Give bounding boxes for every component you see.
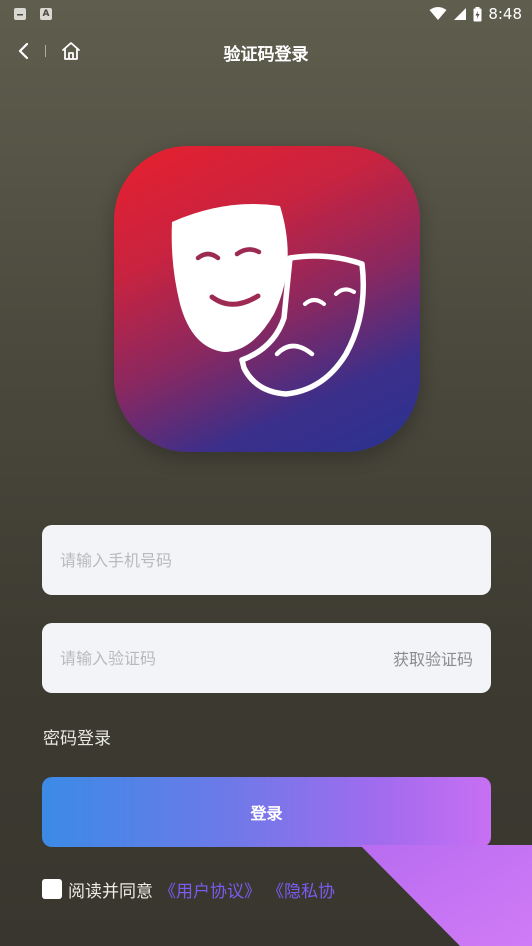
status-left: A [14,8,52,20]
app-logo [114,146,420,452]
code-field: 获取验证码 [42,623,491,693]
decorative-purple-shape [360,845,532,946]
theater-masks-icon [171,204,367,397]
status-time: 8:48 [488,5,522,23]
code-input[interactable] [60,648,393,668]
phone-input[interactable] [60,550,473,570]
privacy-policy-link[interactable]: 《隐私协 [267,877,335,902]
agreement-checkbox[interactable] [42,879,62,899]
get-code-button[interactable]: 获取验证码 [393,646,473,670]
login-button[interactable]: 登录 [42,777,491,847]
agreement-row: 阅读并同意 《用户协议》 《隐私协 [42,876,335,902]
mail-icon [14,8,26,20]
user-agreement-link[interactable]: 《用户协议》 [159,877,261,902]
nav-bar: 验证码登录 [0,30,532,72]
status-right: 8:48 [429,5,522,23]
agreement-prefix: 阅读并同意 [68,881,153,902]
status-bar: A 8:48 [0,0,532,28]
battery-icon [473,6,482,21]
a-icon: A [40,8,52,20]
signal-icon [454,8,467,20]
wifi-icon [429,7,447,20]
password-login-link[interactable]: 密码登录 [43,724,111,749]
phone-field [42,525,491,595]
page-title: 验证码登录 [223,45,309,65]
